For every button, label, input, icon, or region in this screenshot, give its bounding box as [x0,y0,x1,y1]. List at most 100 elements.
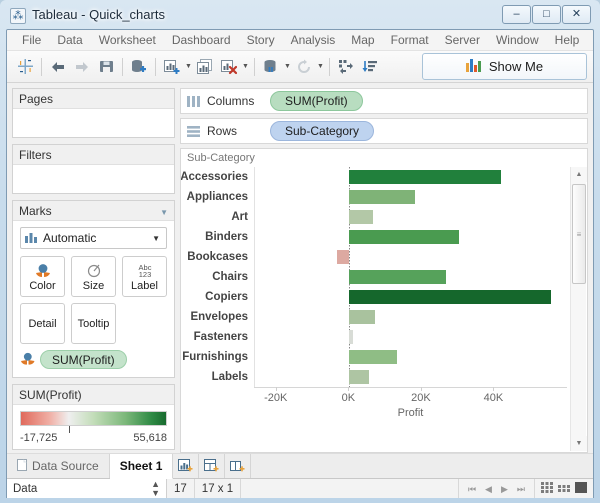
bar-envelopes[interactable] [349,310,375,324]
chevron-down-icon[interactable]: ▼ [160,208,168,217]
clear-sheet-dropdown-icon[interactable]: ▼ [241,56,250,78]
bar-binders[interactable] [349,230,459,244]
scrollbar-thumb[interactable]: ≡ [572,184,586,284]
bar-copiers[interactable] [349,290,552,304]
detail-button[interactable]: Detail [20,303,65,344]
new-worksheet-icon[interactable] [173,454,200,478]
tab-data-source[interactable]: Data Source [7,454,110,478]
svg-text:123: 123 [138,270,151,279]
color-button[interactable]: Color [20,256,65,297]
status-spacer [241,479,459,498]
nav-prev-button[interactable]: ◀ [485,484,492,495]
menu-server[interactable]: Server [437,31,488,49]
new-dashboard-icon[interactable] [199,454,226,478]
legend-min-value: -17,725 [20,432,58,444]
columns-pill-sum-profit[interactable]: SUM(Profit) [270,91,363,111]
menu-analysis[interactable]: Analysis [283,31,344,49]
refresh-data-source-icon[interactable] [259,55,283,79]
row-label[interactable]: Furnishings [181,347,253,367]
menu-file[interactable]: File [14,31,49,49]
pause-dropdown-icon[interactable]: ▼ [316,56,325,78]
refresh-dropdown-icon[interactable]: ▼ [283,56,292,78]
visualization-pane[interactable]: Sub-Category Accessories Appliances Art … [180,148,588,453]
row-label[interactable]: Art [181,207,253,227]
row-label[interactable]: Binders [181,227,253,247]
new-worksheet-dropdown-icon[interactable]: ▼ [184,56,193,78]
menu-map[interactable]: Map [343,31,382,49]
bar-appliances[interactable] [349,190,416,204]
rows-pill-sub-category[interactable]: Sub-Category [270,121,375,141]
spinner-icon[interactable]: ▲ ▼ [151,480,160,498]
menu-dashboard[interactable]: Dashboard [164,31,239,49]
status-marks-count: 17 [167,479,195,498]
clear-sheet-icon[interactable] [217,55,241,79]
filters-shelf-dropzone[interactable] [13,165,174,193]
menu-worksheet[interactable]: Worksheet [91,31,164,49]
show-sheet-sorter-icon[interactable] [558,482,570,496]
minimize-button[interactable]: – [502,5,531,24]
bar-art[interactable] [349,210,373,224]
scroll-down-icon[interactable]: ▼ [571,436,587,451]
bar-accessories[interactable] [349,170,502,184]
columns-shelf[interactable]: Columns SUM(Profit) [180,88,588,114]
row-label[interactable]: Fasteners [181,327,253,347]
row-label[interactable]: Copiers [181,287,253,307]
chevron-down-icon[interactable]: ▼ [152,234,160,243]
mark-type-select[interactable]: Automatic ▼ [20,227,167,249]
workspace: Pages Filters Marks ▼ Automatic ▼ Color … [7,83,593,453]
maximize-button[interactable]: □ [532,5,561,24]
tooltip-button[interactable]: Tooltip [71,303,116,344]
swap-rows-columns-icon[interactable] [334,55,358,79]
rows-shelf[interactable]: Rows Sub-Category [180,118,588,144]
bar-bookcases[interactable] [336,250,350,264]
x-axis[interactable]: -20K 0K 20K 40K Profit [254,387,567,421]
pages-shelf-dropzone[interactable] [13,109,174,137]
row-label[interactable]: Labels [181,367,253,387]
size-button[interactable]: Size [71,256,116,297]
bar-chairs[interactable] [349,270,446,284]
legend-title: SUM(Profit) [13,385,174,405]
status-data-selector[interactable]: Data ▲ ▼ [7,479,167,498]
row-label[interactable]: Chairs [181,267,253,287]
menu-data[interactable]: Data [49,31,90,49]
left-pane: Pages Filters Marks ▼ Automatic ▼ Color … [7,83,179,453]
row-label[interactable]: Accessories [181,167,253,187]
x-axis-tick [348,387,350,391]
nav-next-button[interactable]: ▶ [501,484,508,495]
duplicate-sheet-icon[interactable] [193,55,217,79]
menu-help[interactable]: Help [547,31,588,49]
new-worksheet-icon[interactable] [160,55,184,79]
menu-window[interactable]: Window [488,31,547,49]
sort-ascending-icon[interactable] [358,55,382,79]
row-label[interactable]: Bookcases [181,247,253,267]
pause-updates-icon[interactable] [292,55,316,79]
new-story-icon[interactable] [225,454,252,478]
show-me-chart-icon [465,58,482,75]
tab-sheet-1[interactable]: Sheet 1 [109,454,174,479]
viz-vertical-scrollbar[interactable]: ▲ ≡ ▼ [570,167,587,451]
legend-gradient-ramp[interactable] [20,411,167,426]
show-filmstrip-icon[interactable] [541,482,553,496]
menu-story[interactable]: Story [239,31,283,49]
bar-fasteners[interactable] [349,330,353,344]
show-me-button[interactable]: Show Me [422,53,587,80]
bar-furnishings[interactable] [349,350,397,364]
save-icon[interactable] [94,55,118,79]
back-arrow-icon[interactable] [46,55,70,79]
bar-labels[interactable] [349,370,370,384]
nav-first-button[interactable]: ⏮ [468,484,476,495]
label-button[interactable]: Abc 123 Label [122,256,167,297]
new-data-source-icon[interactable] [127,55,151,79]
row-label[interactable]: Appliances [181,187,253,207]
marks-pill-sum-profit[interactable]: SUM(Profit) [40,350,127,369]
show-worksheet-icon[interactable] [575,482,587,496]
forward-arrow-icon[interactable] [70,55,94,79]
menu-format[interactable]: Format [383,31,437,49]
row-label[interactable]: Envelopes [181,307,253,327]
color-palette-icon [34,262,52,279]
toolbar-separator [254,57,255,76]
close-button[interactable]: ✕ [562,5,591,24]
nav-last-button[interactable]: ⏭ [517,484,525,495]
tableau-home-icon[interactable] [13,55,37,79]
scroll-up-icon[interactable]: ▲ [571,167,587,182]
